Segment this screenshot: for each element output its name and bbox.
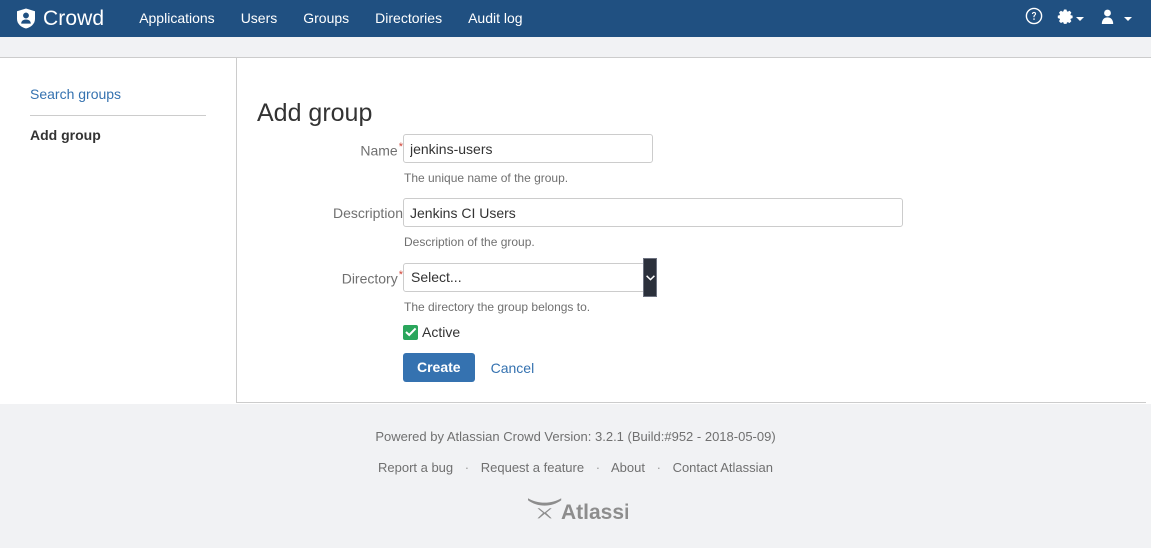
directory-select[interactable]: Select...	[403, 263, 653, 292]
cancel-link[interactable]: Cancel	[491, 360, 535, 376]
name-label: Name*	[293, 141, 403, 159]
sidebar: Search groups Add group	[0, 58, 237, 403]
nav-item-audit-log[interactable]: Audit log	[455, 0, 535, 37]
nav-item-groups[interactable]: Groups	[290, 0, 362, 37]
sidebar-item-add-group[interactable]: Add group	[30, 127, 101, 143]
settings-menu-button[interactable]	[1050, 0, 1093, 37]
name-help-text: The unique name of the group.	[404, 171, 569, 185]
chevron-down-icon	[1124, 16, 1132, 21]
active-checkbox[interactable]	[403, 324, 418, 340]
name-label-text: Name	[360, 142, 398, 159]
page-body: Search groups Add group Add group Name* …	[0, 58, 1146, 403]
footer-separator: ·	[595, 460, 601, 475]
brand-name: Crowd	[43, 7, 105, 30]
checkmark-icon	[404, 327, 417, 337]
footer-separator: ·	[656, 460, 661, 475]
sidebar-item-search-groups[interactable]: Search groups	[30, 86, 121, 102]
user-avatar-icon	[1100, 8, 1115, 30]
chevron-down-icon	[645, 274, 655, 281]
name-input[interactable]	[403, 134, 653, 163]
gear-icon	[1057, 8, 1074, 30]
description-input[interactable]	[403, 198, 903, 227]
primary-nav: Applications Users Groups Directories Au…	[126, 0, 535, 37]
crowd-logo-home-link[interactable]: Crowd	[16, 0, 104, 37]
directory-select-dropdown-button[interactable]	[643, 258, 657, 297]
active-checkbox-label[interactable]: Active	[422, 324, 460, 340]
directory-help-text: The directory the group belongs to.	[404, 300, 591, 314]
footer-version-text: Powered by Atlassian Crowd Version: 3.2.…	[375, 429, 776, 444]
svg-text:Atlassian: Atlassian	[561, 501, 628, 523]
description-help-text: Description of the group.	[404, 235, 535, 249]
sub-header-band	[0, 37, 1151, 58]
directory-label: Directory*	[288, 269, 403, 287]
help-circle-icon	[1025, 7, 1043, 30]
directory-select-wrapper: Select...	[403, 258, 657, 297]
footer-link-about[interactable]: About	[611, 460, 645, 475]
footer-links: Report a bug · Request a feature · About…	[0, 460, 1151, 475]
chevron-down-icon	[1076, 16, 1084, 21]
page-footer: Powered by Atlassian Crowd Version: 3.2.…	[0, 404, 1151, 548]
profile-menu-button[interactable]	[1093, 0, 1141, 37]
footer-link-report-a-bug[interactable]: Report a bug	[378, 460, 453, 475]
help-button[interactable]	[1018, 0, 1050, 37]
footer-link-contact-atlassian[interactable]: Contact Atlassian	[673, 460, 773, 475]
footer-separator: ·	[464, 460, 470, 475]
nav-item-applications[interactable]: Applications	[126, 0, 228, 37]
create-button[interactable]: Create	[403, 353, 475, 382]
sidebar-divider	[30, 115, 206, 116]
active-checkbox-row: Active	[403, 324, 460, 340]
nav-item-directories[interactable]: Directories	[362, 0, 455, 37]
footer-link-request-a-feature[interactable]: Request a feature	[481, 460, 584, 475]
page-title: Add group	[257, 98, 373, 127]
directory-label-text: Directory	[341, 270, 398, 287]
crowd-shield-logo-icon	[16, 8, 43, 29]
atlassian-logo-icon: Atlassian	[0, 497, 1151, 523]
directory-select-value: Select...	[411, 269, 462, 285]
top-navigation-bar: Crowd Applications Users Groups Director…	[0, 0, 1151, 37]
nav-item-users[interactable]: Users	[228, 0, 291, 37]
nav-right-tools	[1018, 0, 1141, 37]
description-label: Description	[332, 205, 403, 221]
form-actions: Create Cancel	[403, 353, 534, 382]
